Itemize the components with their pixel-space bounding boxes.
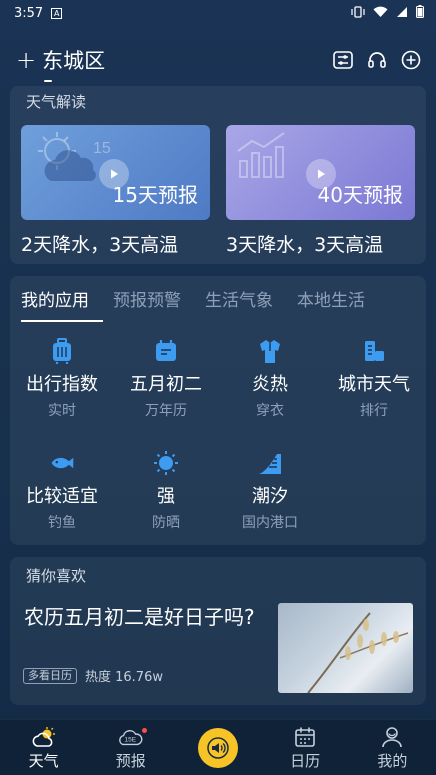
app-city-ranking[interactable]: 城市天气 排行 (322, 338, 426, 420)
city-name[interactable]: 东城区 (42, 45, 105, 82)
status-bar: 3:57 A (0, 0, 436, 26)
tab-forecast-warning[interactable]: 预报预警 (113, 286, 181, 311)
nav-label: 预报 (115, 751, 146, 770)
app-title: 比较适宜 (26, 486, 98, 507)
source-tag: 多看日历 (23, 667, 77, 684)
active-tab-indicator (21, 320, 103, 322)
ranking-icon (361, 338, 387, 364)
app-sub: 钓鱼 (48, 515, 76, 531)
badge-number: 15 (93, 140, 111, 157)
signal-icon (396, 6, 408, 21)
app-travel-index[interactable]: 出行指数 实时 (10, 338, 114, 420)
add-circle-icon[interactable] (400, 49, 422, 71)
nav-profile[interactable]: 我的 (352, 720, 432, 775)
app-sub: 万年历 (145, 403, 187, 419)
app-fishing[interactable]: 比较适宜 钓鱼 (10, 450, 114, 532)
sun-icon (153, 450, 179, 476)
header: + 东城区 (16, 40, 422, 82)
app-sub: 排行 (360, 403, 388, 419)
section-title: 天气解读 (26, 93, 87, 111)
app-sub: 国内港口 (242, 515, 298, 531)
wifi-icon (373, 6, 388, 21)
weather-interpretation-card: 天气解读 15 15天预报 40天预报 2天降水，3天高温 3天降水，3天高温 (10, 86, 426, 264)
app-title: 炎热 (252, 374, 288, 395)
forecast-badge-text: 15E (124, 736, 136, 743)
article-meta: 多看日历 热度 16.76w (23, 666, 163, 685)
fish-icon (49, 450, 75, 476)
shirt-icon (257, 338, 283, 364)
app-title: 潮汐 (252, 486, 288, 507)
vibrate-icon (351, 5, 365, 21)
nav-label: 我的 (377, 751, 408, 770)
forecast-15-icon: 15E (118, 725, 144, 749)
add-city-button[interactable]: + (16, 48, 36, 72)
nav-weather[interactable]: 天气 (4, 720, 84, 775)
apps-card: 我的应用 预报预警 生活气象 本地生活 出行指数 实时 五月初二 万年历 炎热 … (10, 276, 426, 545)
weather-icon (31, 725, 57, 749)
app-sunscreen[interactable]: 强 防晒 (114, 450, 218, 532)
notification-dot (141, 727, 147, 733)
thumb-label: 15天预报 (112, 183, 198, 207)
bottom-nav: 天气 15E 预报 日历 我的 (0, 719, 436, 775)
article-thumbnail[interactable] (278, 603, 413, 693)
nav-forecast[interactable]: 15E 预报 (91, 720, 171, 775)
page-indicator (44, 80, 53, 82)
app-clothing[interactable]: 炎热 穿衣 (218, 338, 322, 420)
tab-local-life[interactable]: 本地生活 (297, 286, 365, 311)
speaker-icon[interactable] (197, 727, 238, 768)
recommend-card: 猜你喜欢 农历五月初二是好日子吗? 多看日历 热度 16.76w (10, 557, 426, 705)
app-title: 五月初二 (130, 374, 202, 395)
user-icon (379, 725, 405, 749)
nav-calendar[interactable]: 日历 (265, 720, 345, 775)
nav-label: 日历 (290, 751, 321, 770)
tab-my-apps[interactable]: 我的应用 (21, 286, 89, 311)
app-title: 出行指数 (26, 374, 98, 395)
app-sub: 防晒 (152, 515, 180, 531)
nav-voice-broadcast[interactable] (178, 720, 258, 775)
tab-life-weather[interactable]: 生活气象 (205, 286, 273, 311)
calendar-icon (153, 338, 179, 364)
notification-icon: A (51, 7, 63, 19)
section-title: 猜你喜欢 (26, 567, 87, 585)
heat-count: 热度 16.76w (85, 670, 163, 685)
nav-label: 天气 (28, 751, 59, 770)
forecast-15-caption[interactable]: 2天降水，3天高温 (21, 230, 178, 257)
tide-icon (257, 450, 283, 476)
app-lunar-calendar[interactable]: 五月初二 万年历 (114, 338, 218, 420)
thumb-label: 40天预报 (317, 183, 403, 207)
bar-chart-icon (234, 131, 304, 185)
luggage-icon (49, 338, 75, 364)
app-sub: 实时 (48, 403, 76, 419)
battery-icon (416, 5, 424, 21)
app-title: 强 (157, 486, 175, 507)
app-title: 城市天气 (338, 374, 410, 395)
apps-tabs: 我的应用 预报预警 生活气象 本地生活 (21, 286, 426, 311)
forecast-40-video[interactable]: 40天预报 (226, 125, 415, 220)
forecast-15-video[interactable]: 15 15天预报 (21, 125, 210, 220)
headset-icon[interactable] (366, 49, 388, 71)
forecast-40-caption[interactable]: 3天降水，3天高温 (226, 230, 383, 257)
status-time: 3:57 (14, 5, 44, 21)
calendar-icon (292, 725, 318, 749)
article-title[interactable]: 农历五月初二是好日子吗? (24, 601, 269, 633)
app-tide[interactable]: 潮汐 国内港口 (218, 450, 322, 532)
settings-sliders-icon[interactable] (332, 49, 354, 71)
app-sub: 穿衣 (256, 403, 284, 419)
